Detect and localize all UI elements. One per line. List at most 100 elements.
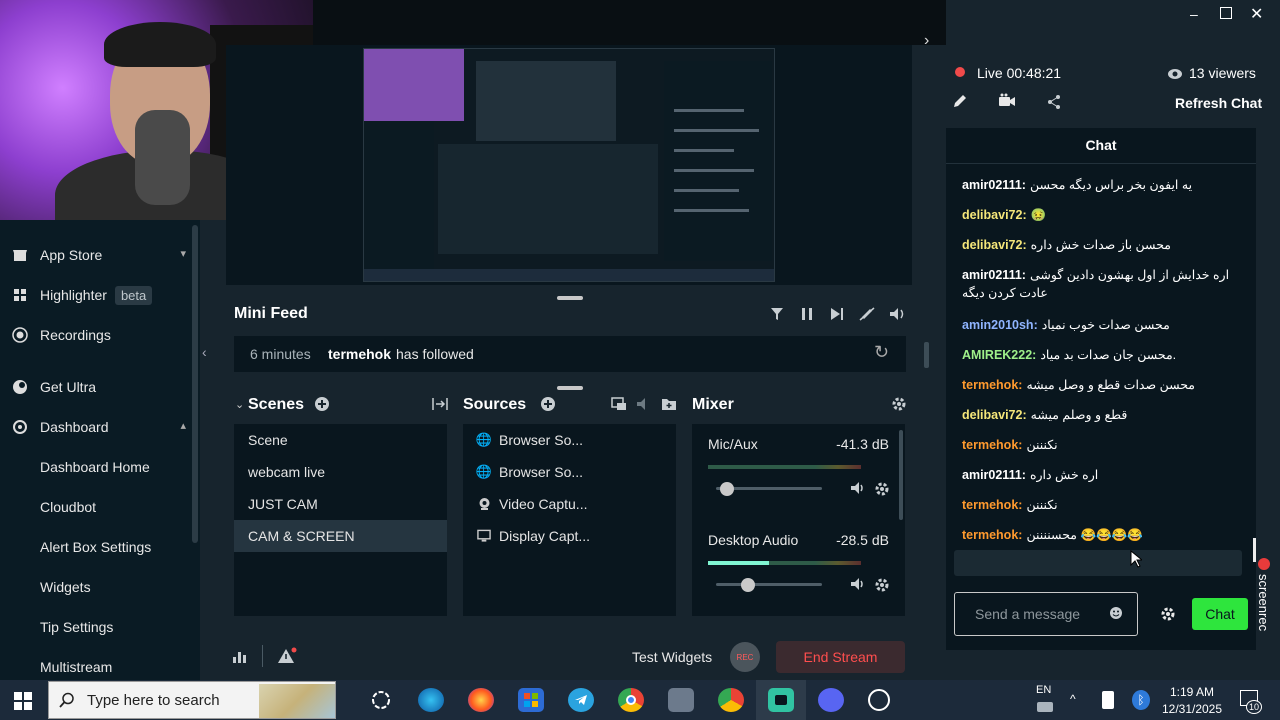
volume-slider-knob[interactable] xyxy=(720,482,734,496)
chat-username[interactable]: amin2010sh: xyxy=(962,318,1038,332)
firefox-icon[interactable] xyxy=(468,688,494,712)
chat-username[interactable]: delibavi72: xyxy=(962,408,1027,422)
volume-slider-knob[interactable] xyxy=(741,578,755,592)
chat-username[interactable]: amir02111: xyxy=(962,468,1026,482)
sidebar-item-alert-box-settings[interactable]: Alert Box Settings xyxy=(0,527,200,567)
audio-meter-level xyxy=(708,561,769,565)
alert-icon[interactable] xyxy=(277,647,297,670)
streamlabs-icon[interactable] xyxy=(768,688,794,712)
sidebar-item-multistream[interactable]: Multistream xyxy=(0,647,200,680)
language-indicator[interactable]: EN xyxy=(1036,684,1051,696)
add-source-icon[interactable] xyxy=(538,395,558,413)
record-button[interactable]: REC xyxy=(730,642,760,672)
sidebar-item-dashboard[interactable]: Dashboard ▴ xyxy=(0,407,200,447)
scene-item-selected[interactable]: CAM & SCREEN xyxy=(234,520,447,552)
chevron-up-icon[interactable]: ▴ xyxy=(180,419,186,432)
chrome-icon[interactable] xyxy=(618,688,644,712)
share-icon[interactable] xyxy=(1046,94,1062,115)
edit-stream-icon[interactable] xyxy=(952,93,968,114)
chat-username[interactable]: amir02111: xyxy=(962,268,1026,282)
chat-username[interactable]: AMIREK222: xyxy=(962,348,1036,362)
store-icon[interactable] xyxy=(518,688,544,712)
folder-icon[interactable] xyxy=(659,395,679,413)
resize-handle[interactable] xyxy=(557,296,583,300)
sidebar-item-get-ultra[interactable]: Get Ultra xyxy=(0,367,200,407)
mute-alerts-icon[interactable] xyxy=(858,306,876,322)
pause-icon[interactable] xyxy=(798,306,816,322)
mixer-settings-icon[interactable] xyxy=(889,395,909,413)
chevron-up-icon[interactable]: ^ xyxy=(1070,692,1076,706)
chrome-profile-icon[interactable] xyxy=(718,688,744,712)
source-item[interactable]: Video Captu... xyxy=(463,488,676,520)
file-manager-icon[interactable] xyxy=(668,688,694,712)
volume-icon[interactable] xyxy=(888,306,908,322)
chat-settings-icon[interactable] xyxy=(1160,606,1176,627)
channel-settings-icon[interactable] xyxy=(874,577,890,598)
refresh-icon[interactable]: ↻ xyxy=(874,342,889,363)
windows-start-icon[interactable] xyxy=(14,692,32,715)
channel-settings-icon[interactable] xyxy=(874,481,890,502)
obs-icon[interactable] xyxy=(868,689,890,711)
emoji-icon[interactable] xyxy=(1109,606,1123,625)
chat-input[interactable]: Send a message xyxy=(954,592,1138,636)
source-item[interactable]: Display Capt... xyxy=(463,520,676,552)
chat-username[interactable]: delibavi72: xyxy=(962,208,1027,222)
refresh-chat-button[interactable]: Refresh Chat xyxy=(1175,95,1262,111)
add-scene-icon[interactable] xyxy=(312,395,332,413)
source-group-icon[interactable] xyxy=(609,395,629,413)
speaker-icon[interactable] xyxy=(850,577,866,596)
chevron-down-icon[interactable]: ▾ xyxy=(180,247,186,260)
test-widgets-button[interactable]: Test Widgets xyxy=(632,649,712,665)
clock-date[interactable]: 12/31/2025 xyxy=(1156,702,1228,716)
clock-time[interactable]: 1:19 AM xyxy=(1162,685,1222,699)
collapse-sidebar-icon[interactable]: ‹ xyxy=(202,344,207,360)
sidebar-item-highlighter[interactable]: Highlighter beta xyxy=(0,275,200,315)
scene-item[interactable]: JUST CAM xyxy=(234,488,447,520)
source-item[interactable]: 🌐 Browser So... xyxy=(463,456,676,488)
source-item[interactable]: 🌐 Browser So... xyxy=(463,424,676,456)
performance-icon[interactable] xyxy=(232,648,248,669)
sidebar-item-widgets[interactable]: Widgets xyxy=(0,567,200,607)
discord-icon[interactable] xyxy=(818,688,844,712)
chat-username[interactable]: termehok: xyxy=(962,528,1022,542)
chat-username[interactable]: termehok: xyxy=(962,438,1022,452)
scene-item[interactable]: Scene xyxy=(234,424,447,456)
mixer-scrollbar[interactable] xyxy=(899,430,903,520)
sidebar-scrollbar[interactable] xyxy=(192,225,198,543)
sidebar-item-app-store[interactable]: App Store ▾ xyxy=(0,235,200,275)
skip-icon[interactable] xyxy=(828,306,846,322)
speaker-icon[interactable] xyxy=(850,481,866,500)
chat-username[interactable]: termehok: xyxy=(962,378,1022,392)
chat-scrollbar[interactable] xyxy=(1253,538,1256,562)
chevron-right-icon[interactable]: › xyxy=(924,32,929,50)
source-audio-icon[interactable] xyxy=(634,395,654,413)
volume-slider-track[interactable] xyxy=(716,583,822,586)
chat-username[interactable]: delibavi72: xyxy=(962,238,1027,252)
sidebar-item-recordings[interactable]: Recordings xyxy=(0,315,200,355)
feed-event-user[interactable]: termehok xyxy=(328,346,391,362)
feed-scrollbar[interactable] xyxy=(924,342,929,368)
sidebar-item-tip-settings[interactable]: Tip Settings xyxy=(0,607,200,647)
send-chat-button[interactable]: Chat xyxy=(1192,598,1248,630)
chat-username[interactable]: amir02111: xyxy=(962,178,1026,192)
stream-preview[interactable] xyxy=(363,48,775,282)
camera-icon[interactable] xyxy=(998,93,1016,114)
resize-handle[interactable] xyxy=(557,386,583,390)
sidebar-item-dashboard-home[interactable]: Dashboard Home xyxy=(0,447,200,487)
scene-item[interactable]: webcam live xyxy=(234,456,447,488)
bluetooth-icon[interactable]: ᛒ xyxy=(1132,690,1150,710)
chat-username[interactable]: termehok: xyxy=(962,498,1022,512)
chatgpt-icon[interactable] xyxy=(368,688,394,712)
taskbar-search-box[interactable]: Type here to search xyxy=(48,681,336,719)
edge-icon[interactable] xyxy=(418,688,444,712)
sidebar-item-cloudbot[interactable]: Cloudbot xyxy=(0,487,200,527)
minimize-icon[interactable]: – xyxy=(1190,6,1204,22)
chevron-down-icon[interactable]: ⌄ xyxy=(235,398,244,411)
end-stream-button[interactable]: End Stream xyxy=(776,641,905,673)
maximize-icon[interactable] xyxy=(1220,7,1232,19)
scene-transition-icon[interactable] xyxy=(430,395,450,413)
filter-icon[interactable] xyxy=(768,306,786,322)
telegram-icon[interactable] xyxy=(568,688,594,712)
usb-device-icon[interactable] xyxy=(1102,691,1114,709)
close-icon[interactable]: ✕ xyxy=(1250,4,1263,24)
